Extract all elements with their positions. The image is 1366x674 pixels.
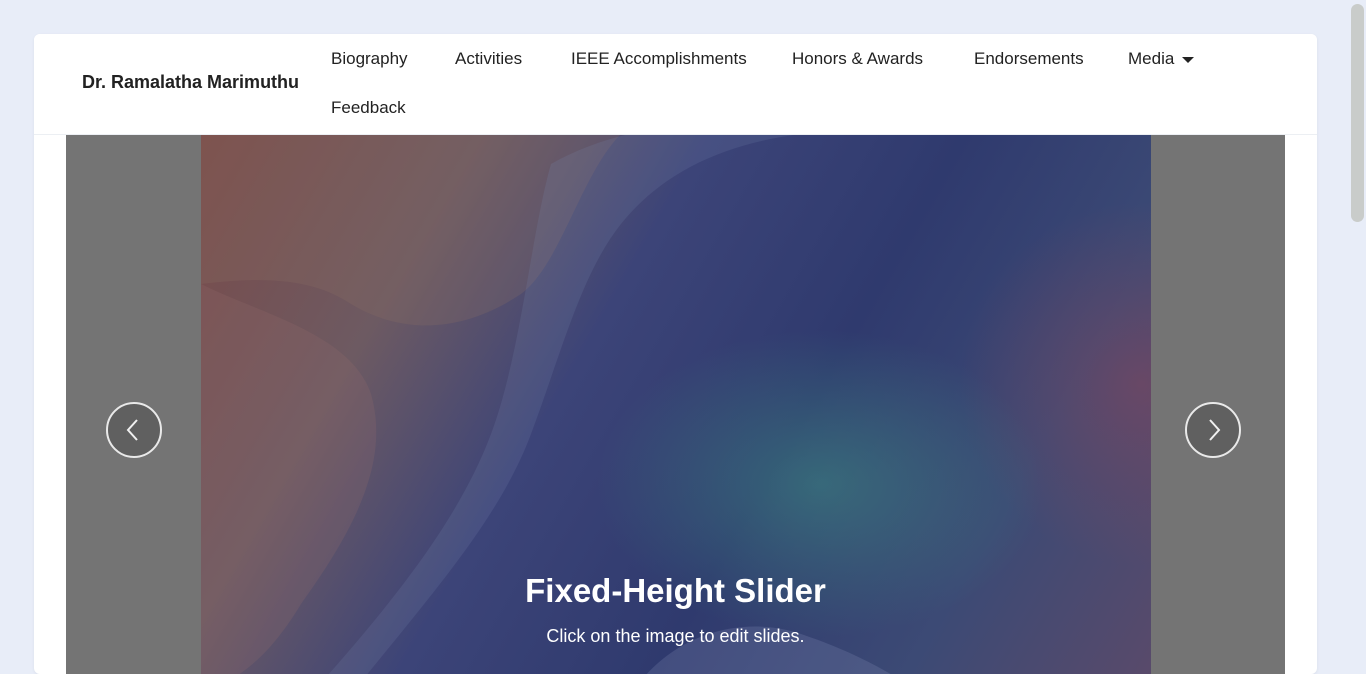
prev-slide-button[interactable] bbox=[106, 402, 162, 458]
brand-name[interactable]: Dr. Ramalatha Marimuthu bbox=[82, 72, 299, 93]
nav-item-label: Biography bbox=[331, 49, 408, 68]
scrollbar-thumb[interactable] bbox=[1351, 4, 1364, 222]
nav-item-feedback[interactable]: Feedback bbox=[331, 98, 406, 118]
nav-item-endorsements[interactable]: Endorsements bbox=[974, 49, 1084, 69]
image-slider: Fixed-Height Slider Click on the image t… bbox=[66, 134, 1285, 674]
nav-item-label: Media bbox=[1128, 49, 1175, 68]
nav-item-label: Activities bbox=[455, 49, 523, 68]
slide-title: Fixed-Height Slider bbox=[525, 572, 826, 609]
slide-subtitle: Click on the image to edit slides. bbox=[546, 626, 805, 646]
nav-item-ieee-accomplishments[interactable]: IEEE Accomplishments bbox=[571, 49, 747, 69]
nav-item-biography[interactable]: Biography bbox=[331, 49, 408, 69]
nav-item-label: Endorsements bbox=[974, 49, 1084, 68]
next-slide-button[interactable] bbox=[1185, 402, 1241, 458]
nav-item-label: Honors & Awards bbox=[792, 49, 924, 68]
nav-item-label: IEEE Accomplishments bbox=[571, 49, 747, 68]
nav-item-label: Feedback bbox=[331, 98, 406, 117]
chevron-right-icon bbox=[1209, 419, 1221, 441]
nav-item-activities[interactable]: Activities bbox=[455, 49, 522, 69]
page-card: Dr. Ramalatha Marimuthu Biography Activi… bbox=[34, 34, 1317, 674]
caret-down-icon bbox=[1182, 56, 1195, 63]
chevron-left-icon bbox=[126, 419, 138, 441]
nav-item-media[interactable]: Media bbox=[1128, 49, 1195, 69]
navbar: Dr. Ramalatha Marimuthu Biography Activi… bbox=[34, 34, 1317, 135]
nav-item-honors-awards[interactable]: Honors & Awards bbox=[792, 49, 923, 69]
